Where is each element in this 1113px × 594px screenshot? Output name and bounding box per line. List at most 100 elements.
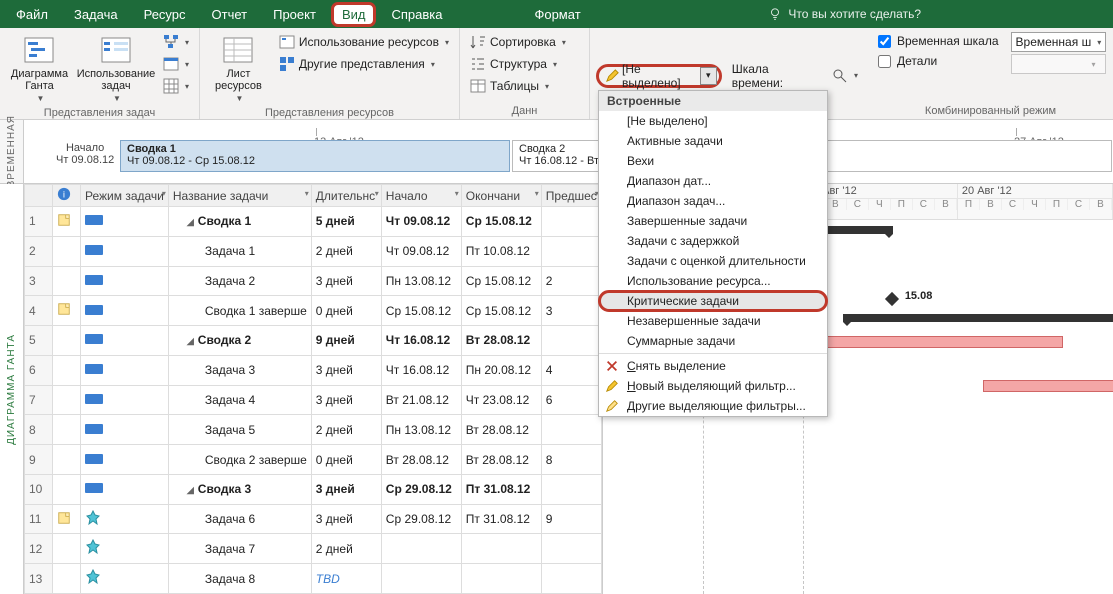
dropdown-item[interactable]: Задачи с задержкой [599,231,827,251]
row-finish[interactable]: Пн 20.08.12 [461,355,541,385]
dropdown-item[interactable]: Вехи [599,151,827,171]
row-name[interactable]: ◢Сводка 1 [168,207,311,237]
calendar-button[interactable]: ▾ [159,54,193,74]
row-finish[interactable]: Вт 28.08.12 [461,326,541,356]
menu-file[interactable]: Файл [6,3,58,26]
details-checkbox[interactable]: Детали [874,52,1003,70]
row-name[interactable]: ◢Сводка 2 [168,326,311,356]
timeline-bar-1[interactable]: Сводка 1 Чт 09.08.12 - Ср 15.08.12 [120,140,510,172]
row-start[interactable] [381,534,461,564]
menu-report[interactable]: Отчет [202,3,258,26]
row-info[interactable] [53,207,81,237]
row-duration[interactable]: 0 дней [311,445,381,475]
col-rownum[interactable] [25,185,53,207]
row-name[interactable]: ◢Сводка 3 [168,474,311,504]
row-info[interactable] [53,504,81,534]
row-finish[interactable]: Пт 10.08.12 [461,236,541,266]
row-info[interactable] [53,474,81,504]
dropdown-item[interactable]: Незавершенные задачи [599,311,827,331]
row-name[interactable]: Сводка 2 заверше [168,445,311,475]
gantt-bar-2[interactable] [983,380,1113,392]
row-number[interactable]: 2 [25,236,53,266]
menu-format[interactable]: Формат [524,3,590,26]
row-name[interactable]: Задача 5 [168,415,311,445]
row-finish[interactable]: Чт 23.08.12 [461,385,541,415]
row-duration[interactable]: 5 дней [311,207,381,237]
row-start[interactable]: Чт 16.08.12 [381,355,461,385]
row-info[interactable] [53,445,81,475]
row-finish[interactable] [461,564,541,594]
row-number[interactable]: 11 [25,504,53,534]
row-finish[interactable]: Вт 28.08.12 [461,445,541,475]
dropdown-item[interactable]: Завершенные задачи [599,211,827,231]
row-number[interactable]: 13 [25,564,53,594]
table-row[interactable]: 6Задача 33 днейЧт 16.08.12Пн 20.08.124 [25,355,602,385]
col-start[interactable]: Начало▾ [381,185,461,207]
table-row[interactable]: 2Задача 12 днейЧт 09.08.12Пт 10.08.12 [25,236,602,266]
row-pred[interactable] [541,207,601,237]
row-number[interactable]: 7 [25,385,53,415]
gantt-summary-2[interactable] [843,314,1113,322]
row-number[interactable]: 5 [25,326,53,356]
col-mode[interactable]: Режим задачи▾ [81,185,169,207]
row-duration[interactable]: 3 дней [311,266,381,296]
dropdown-item[interactable]: Активные задачи [599,131,827,151]
col-pred[interactable]: Предшес▾ [541,185,601,207]
row-number[interactable]: 4 [25,296,53,326]
row-mode[interactable] [81,355,169,385]
other-task-views-button[interactable]: ▾ [159,76,193,96]
row-finish[interactable]: Ср 15.08.12 [461,266,541,296]
col-name[interactable]: Название задачи▾ [168,185,311,207]
table-row[interactable]: 13 Задача 8TBD [25,564,602,594]
dropdown-action[interactable]: Другие выделяющие фильтры... [599,396,827,416]
dropdown-item[interactable]: Задачи с оценкой длительности [599,251,827,271]
table-row[interactable]: 11Задача 63 днейСр 29.08.12Пт 31.08.129 [25,504,602,534]
other-views-button[interactable]: Другие представления▾ [275,54,453,74]
dropdown-item[interactable]: Диапазон задач... [599,191,827,211]
table-row[interactable]: 3Задача 23 днейПн 13.08.12Ср 15.08.122 [25,266,602,296]
row-pred[interactable]: 6 [541,385,601,415]
row-start[interactable]: Вт 28.08.12 [381,445,461,475]
menu-help[interactable]: Справка [381,3,452,26]
row-mode[interactable] [81,236,169,266]
row-pred[interactable] [541,415,601,445]
row-duration[interactable]: TBD [311,564,381,594]
row-duration[interactable]: 2 дней [311,236,381,266]
highlight-dropdown-button[interactable]: ▾ [700,67,717,85]
row-start[interactable]: Ср 29.08.12 [381,474,461,504]
sort-button[interactable]: Сортировка▾ [466,32,570,52]
row-name[interactable]: Задача 8 [168,564,311,594]
tables-button[interactable]: Таблицы▾ [466,76,570,96]
row-info[interactable] [53,385,81,415]
row-duration[interactable]: 2 дней [311,534,381,564]
row-info[interactable] [53,415,81,445]
menu-view[interactable]: Вид [332,3,376,26]
table-row[interactable]: 5◢Сводка 29 днейЧт 16.08.12Вт 28.08.12 [25,326,602,356]
row-pred[interactable] [541,236,601,266]
row-pred[interactable]: 3 [541,296,601,326]
row-duration[interactable]: 2 дней [311,415,381,445]
row-finish[interactable]: Вт 28.08.12 [461,415,541,445]
row-mode[interactable] [81,266,169,296]
row-duration[interactable]: 3 дней [311,385,381,415]
row-number[interactable]: 6 [25,355,53,385]
row-duration[interactable]: 3 дней [311,474,381,504]
row-number[interactable]: 9 [25,445,53,475]
table-row[interactable]: 4Сводка 1 заверше0 днейСр 15.08.12Ср 15.… [25,296,602,326]
row-pred[interactable] [541,474,601,504]
row-number[interactable]: 10 [25,474,53,504]
row-start[interactable]: Ср 29.08.12 [381,504,461,534]
table-row[interactable]: 1◢Сводка 15 днейЧт 09.08.12Ср 15.08.12 [25,207,602,237]
dropdown-item[interactable]: [Не выделено] [599,111,827,131]
row-number[interactable]: 3 [25,266,53,296]
row-number[interactable]: 8 [25,415,53,445]
row-mode[interactable] [81,564,169,594]
row-pred[interactable] [541,326,601,356]
dropdown-item[interactable]: Диапазон дат... [599,171,827,191]
row-mode[interactable] [81,326,169,356]
table-row[interactable]: 12Задача 72 дней [25,534,602,564]
row-start[interactable] [381,564,461,594]
row-start[interactable]: Чт 09.08.12 [381,207,461,237]
table-row[interactable]: 8Задача 52 днейПн 13.08.12Вт 28.08.12 [25,415,602,445]
row-pred[interactable] [541,534,601,564]
